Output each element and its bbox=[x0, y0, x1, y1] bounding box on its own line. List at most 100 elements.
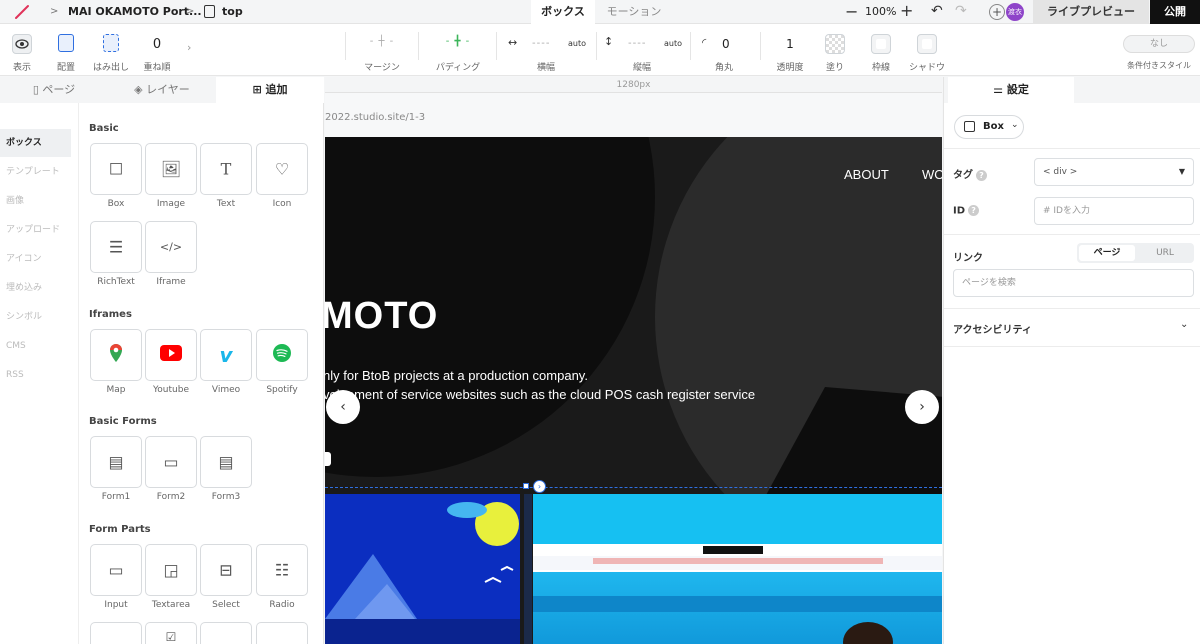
youtube-icon bbox=[146, 345, 196, 365]
help-icon[interactable]: ? bbox=[976, 169, 987, 181]
add-text-item[interactable]: T bbox=[200, 143, 252, 195]
add-form3-item[interactable]: ▤ bbox=[200, 436, 252, 488]
add-radio-item[interactable]: ☷ bbox=[256, 544, 308, 596]
link-type-url[interactable]: URL bbox=[1137, 245, 1193, 261]
studio-logo-icon[interactable] bbox=[14, 4, 30, 20]
zoom-in-icon[interactable]: + bbox=[900, 1, 913, 20]
display-tool[interactable]: 表示 bbox=[6, 24, 38, 76]
add-panel: ▯ ページ ◈ レイヤー ⊞ 追加 ボックス テンプレート 画像 アップロード … bbox=[0, 77, 324, 644]
placement-tool[interactable]: 配置 bbox=[50, 24, 82, 76]
project-name[interactable]: MAI OKAMOTO Port... bbox=[68, 5, 202, 18]
slider-next-button[interactable]: › bbox=[905, 390, 939, 424]
add-more-item[interactable] bbox=[90, 622, 142, 644]
nav-link-about[interactable]: ABOUT bbox=[844, 167, 889, 182]
shadow-tool[interactable]: シャドウ bbox=[908, 24, 946, 76]
border-tool[interactable]: 枠線 bbox=[866, 24, 896, 76]
width-arrow-icon: ↔ bbox=[508, 36, 518, 49]
add-textarea-item[interactable]: ◲ bbox=[145, 544, 197, 596]
add-iframe-item[interactable]: </> bbox=[145, 221, 197, 273]
tab-box[interactable]: ボックス bbox=[531, 0, 595, 24]
zoom-out-icon[interactable]: − bbox=[845, 2, 858, 21]
section-basic: Basic bbox=[89, 123, 119, 134]
category-item[interactable]: アップロード bbox=[0, 216, 71, 244]
page-search-input[interactable]: ページを検索 bbox=[953, 269, 1194, 297]
resize-handle[interactable] bbox=[523, 483, 529, 489]
overflow-icon bbox=[103, 34, 119, 52]
nav-link-works[interactable]: WO bbox=[922, 167, 942, 182]
chevron-right-icon[interactable]: › bbox=[533, 480, 546, 493]
hero-text-line: nly for BtoB projects at a production co… bbox=[325, 368, 588, 383]
category-item[interactable]: アイコン bbox=[0, 245, 71, 273]
category-item[interactable]: 埋め込み bbox=[0, 274, 71, 302]
tab-page[interactable]: ▯ ページ bbox=[0, 77, 108, 103]
radius-tool[interactable]: ◜ 0 角丸 bbox=[698, 24, 750, 76]
add-map-item[interactable] bbox=[90, 329, 142, 381]
category-item[interactable]: 画像 bbox=[0, 187, 71, 215]
chevron-right-icon: > bbox=[186, 6, 195, 17]
margin-tool[interactable]: - ┼ - マージン bbox=[356, 24, 408, 76]
tab-layer[interactable]: ◈ レイヤー bbox=[108, 77, 216, 103]
category-list: ボックス テンプレート 画像 アップロード アイコン 埋め込み シンボル CMS… bbox=[0, 103, 79, 644]
style-toolbar: 表示 配置 はみ出し 0 重ね順 › - ┼ - マージン - ╋ - パディン… bbox=[0, 24, 1200, 76]
id-input[interactable]: # IDを入力 bbox=[1034, 197, 1194, 225]
page-icon: ▯ bbox=[32, 83, 43, 96]
category-item[interactable]: RSS bbox=[0, 361, 71, 389]
help-icon[interactable]: ? bbox=[968, 205, 980, 216]
tab-settings[interactable]: ⚌ 設定 bbox=[948, 77, 1074, 103]
link-type-page[interactable]: ページ bbox=[1079, 245, 1135, 261]
padding-tool[interactable]: - ╋ - パディング bbox=[430, 24, 486, 76]
add-spotify-item[interactable] bbox=[256, 329, 308, 381]
undo-icon[interactable]: ↶ bbox=[931, 3, 943, 19]
overflow-tool[interactable]: はみ出し bbox=[92, 24, 130, 76]
add-collaborator-icon[interactable]: + bbox=[989, 4, 1005, 20]
selection-outline bbox=[325, 487, 942, 488]
add-form2-item[interactable]: ▭ bbox=[145, 436, 197, 488]
avatar[interactable]: 渡衣 bbox=[1006, 3, 1024, 21]
page-name[interactable]: top bbox=[222, 5, 243, 18]
text-icon: T bbox=[220, 159, 232, 179]
element-type-dropdown[interactable]: Box ⌄ bbox=[954, 115, 1024, 139]
tab-add[interactable]: ⊞ 追加 bbox=[216, 77, 324, 103]
form-icon: ▤ bbox=[218, 452, 234, 472]
add-input-item[interactable]: ▭ bbox=[90, 544, 142, 596]
add-icon-item[interactable]: ♡ bbox=[256, 143, 308, 195]
selection-handle[interactable] bbox=[325, 452, 331, 466]
category-item[interactable]: テンプレート bbox=[0, 158, 71, 186]
top-bar: > MAI OKAMOTO Port... > top ボックス モーション −… bbox=[0, 0, 1200, 24]
category-item[interactable]: シンボル bbox=[0, 303, 71, 331]
publish-button[interactable]: 公開 bbox=[1150, 0, 1200, 24]
conditional-style-tool[interactable]: なし 条件付きスタイル bbox=[1122, 24, 1196, 76]
add-more-item[interactable] bbox=[256, 622, 308, 644]
height-tool[interactable]: ↕ ---- auto 縦幅 bbox=[600, 24, 684, 76]
accessibility-section[interactable]: アクセシビリティ ⌄ bbox=[944, 309, 1200, 347]
add-richtext-item[interactable]: ☰ bbox=[90, 221, 142, 273]
zorder-tool[interactable]: 0 重ね順 bbox=[142, 24, 172, 76]
add-form1-item[interactable]: ▤ bbox=[90, 436, 142, 488]
redo-icon[interactable]: ↷ bbox=[955, 3, 967, 19]
chevron-right-icon[interactable]: › bbox=[187, 41, 191, 54]
add-image-item[interactable]: 🖼 bbox=[145, 143, 197, 195]
slider-prev-button[interactable]: ‹ bbox=[326, 390, 360, 424]
site-preview[interactable]: ABOUT WO MOTO nly for BtoB projects at a… bbox=[325, 137, 942, 644]
category-item[interactable]: ボックス bbox=[0, 129, 71, 157]
add-vimeo-item[interactable]: v bbox=[200, 329, 252, 381]
work-card[interactable] bbox=[533, 494, 942, 644]
fill-tool[interactable]: 塗り bbox=[820, 24, 850, 76]
add-more-item[interactable] bbox=[200, 622, 252, 644]
tab-motion[interactable]: モーション bbox=[603, 0, 665, 24]
placement-icon bbox=[58, 34, 74, 52]
tag-select[interactable]: < div > ▼ bbox=[1034, 158, 1194, 186]
add-box-item[interactable]: ☐ bbox=[90, 143, 142, 195]
add-select-item[interactable]: ⊟ bbox=[200, 544, 252, 596]
add-checkbox-item[interactable]: ☑ bbox=[145, 622, 197, 644]
design-canvas[interactable]: 1280px 2022.studio.site/1-3 ABOUT WO MOT… bbox=[325, 77, 942, 644]
border-icon bbox=[871, 34, 891, 54]
width-tool[interactable]: ↔ ---- auto 横幅 bbox=[504, 24, 588, 76]
opacity-tool[interactable]: 1 透明度 bbox=[768, 24, 812, 76]
live-preview-button[interactable]: ライブプレビュー bbox=[1033, 0, 1149, 24]
add-youtube-item[interactable] bbox=[145, 329, 197, 381]
spotify-icon bbox=[257, 344, 307, 366]
work-card[interactable] bbox=[325, 494, 520, 644]
ruler: 1280px bbox=[325, 77, 942, 93]
category-item[interactable]: CMS bbox=[0, 332, 71, 360]
